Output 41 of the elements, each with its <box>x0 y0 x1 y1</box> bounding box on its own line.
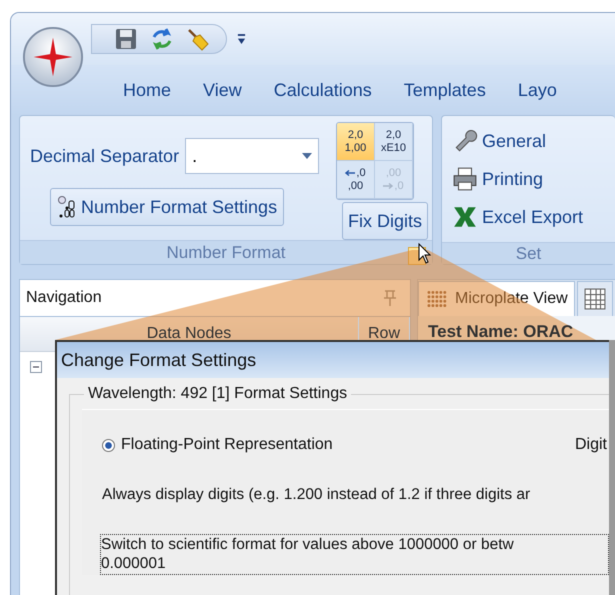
left-arrow-icon <box>345 170 356 176</box>
printer-icon <box>452 166 478 192</box>
number-format-icon <box>57 195 77 219</box>
test-name-heading: Test Name: ORAC <box>428 322 574 341</box>
format-toggle-button[interactable]: 2,0 1,00 <box>337 123 375 161</box>
mouse-pointer-icon <box>418 243 432 265</box>
ribbon-tab[interactable]: Layo <box>502 80 573 100</box>
floating-point-radio[interactable]: Floating-Point Representation <box>102 436 333 454</box>
document-tab[interactable]: Microplate View <box>418 281 575 316</box>
group-label: Set <box>516 244 542 264</box>
right-arrow-icon <box>383 182 394 188</box>
scientific-format-checkbox[interactable]: Switch to scientific format for values above 1000000 or betw 0.000001 <box>100 534 609 575</box>
broom-icon[interactable] <box>186 27 210 51</box>
ribbon-tab[interactable]: Templates <box>388 80 502 100</box>
format-toggle-button[interactable]: 2,0 xE10 <box>375 123 413 161</box>
sync-icon[interactable] <box>150 27 174 51</box>
always-display-digits-text: Always display digits (e.g. 1.200 instead of 1.2 if three digits ar <box>102 486 532 504</box>
group-label: Number Format <box>166 242 286 262</box>
settings-item[interactable]: Printing <box>450 160 546 198</box>
dropdown-arrow-icon[interactable] <box>302 153 312 159</box>
decimal-separator-label: Decimal Separator <box>30 146 180 166</box>
panel-title: Navigation <box>26 289 102 307</box>
dialog-title: Change Format Settings <box>57 342 609 378</box>
decimal-separator-dropdown[interactable]: . <box>185 138 320 174</box>
settings-item[interactable]: General <box>450 122 548 160</box>
group-box-title: Wavelength: 492 [1] Format Settings <box>84 385 352 403</box>
ribbon-tab[interactable]: Home <box>107 80 188 100</box>
customize-dropdown-icon[interactable] <box>237 32 246 46</box>
save-icon[interactable] <box>114 27 138 51</box>
fix-digits-button[interactable]: Fix Digits <box>342 202 428 240</box>
ribbon-tab[interactable]: Calculations <box>258 80 388 100</box>
microplate-icon <box>425 288 447 310</box>
number-format-settings-button[interactable]: Number Format Settings <box>50 188 284 226</box>
document-tab[interactable] <box>576 281 613 316</box>
application-menu-button[interactable] <box>22 26 84 88</box>
ribbon-tab[interactable]: View <box>187 80 258 100</box>
format-toggle-button[interactable]: ,0 ,00 <box>337 161 375 199</box>
settings-item[interactable]: Excel Export <box>450 198 586 236</box>
collapse-icon[interactable] <box>30 361 42 373</box>
grid-icon <box>584 288 606 310</box>
digits-label: Digit <box>574 436 607 454</box>
